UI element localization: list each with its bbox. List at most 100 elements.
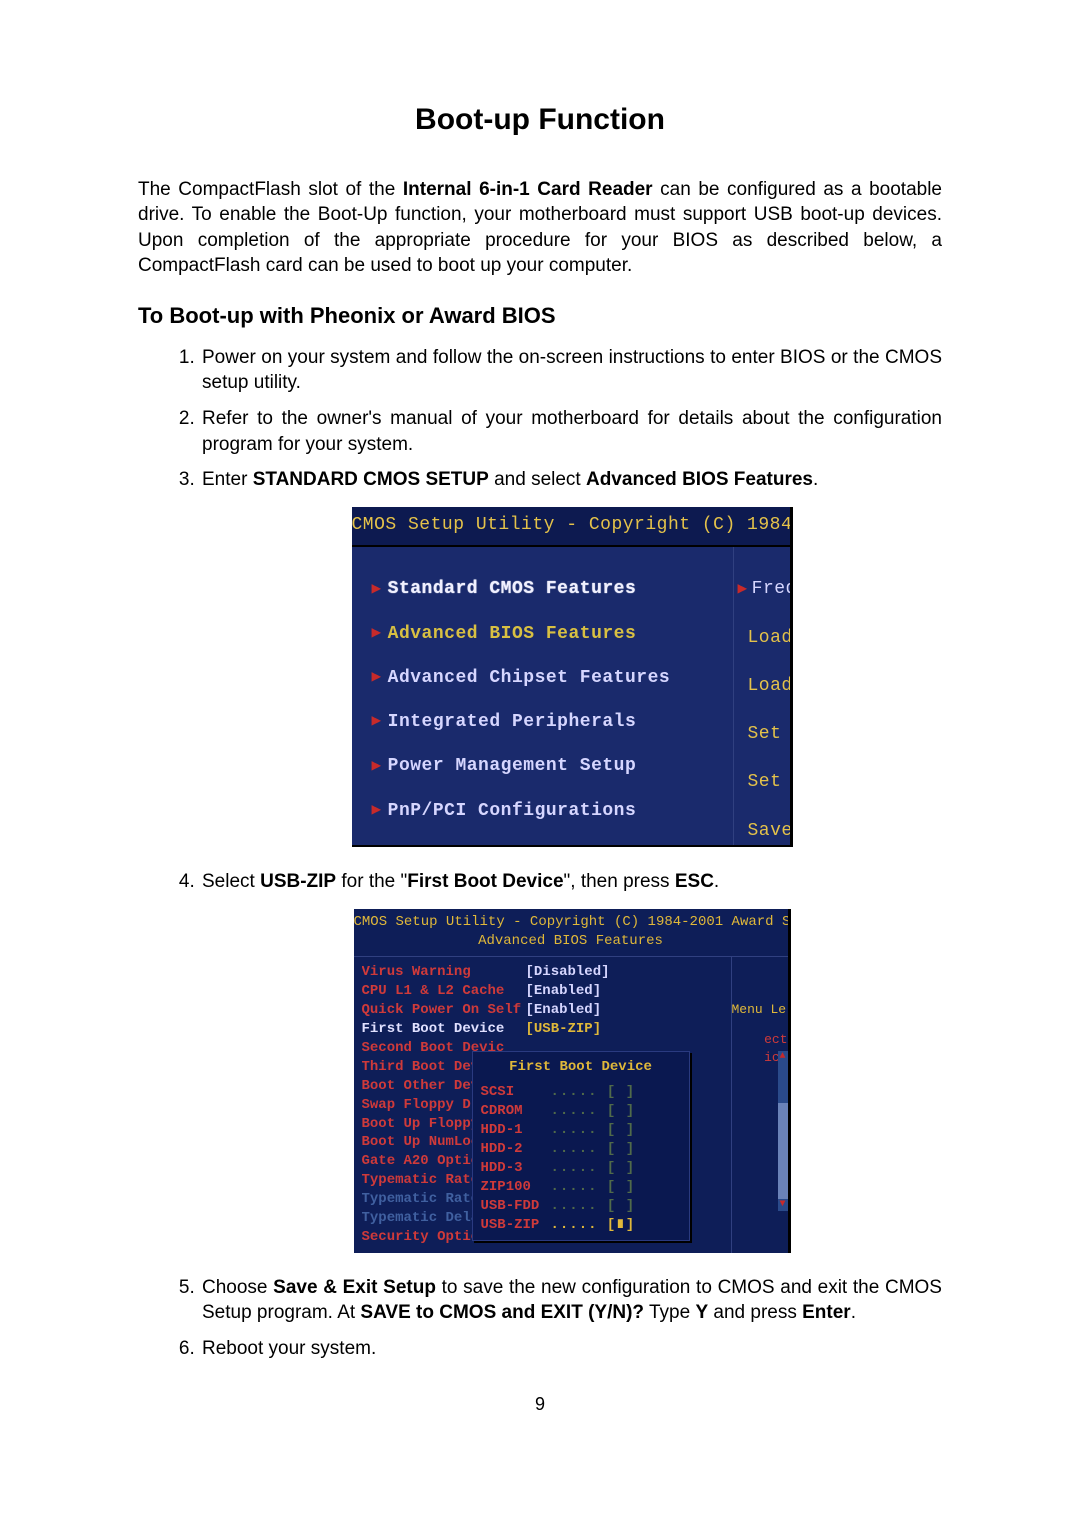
popup-option: HDD-1..... [ ]	[481, 1121, 681, 1140]
option-mark: ..... [ ]	[551, 1178, 636, 1197]
intro-paragraph: The CompactFlash slot of the Internal 6-…	[138, 177, 942, 280]
menu-label: Standard CMOS Features	[388, 577, 637, 601]
popup-option: CDROM..... [ ]	[481, 1102, 681, 1121]
page-number: 9	[138, 1392, 942, 1416]
bios1-right-item: Set	[734, 770, 790, 794]
text-bold: USB-ZIP	[260, 871, 336, 892]
step-5: Choose Save & Exit Setup to save the new…	[200, 1275, 942, 1326]
bios1-item-integrated-periph: ▶ Integrated Peripherals	[372, 710, 733, 734]
menu-label: PnP/PCI Configurations	[388, 799, 637, 823]
setting-key: First Boot Device	[362, 1020, 526, 1039]
option-mark: ..... [∎]	[551, 1216, 636, 1235]
menu-label: Freq	[752, 577, 790, 601]
option-mark: ..... [ ]	[551, 1102, 636, 1121]
bios1-item-advanced-chipset: ▶ Advanced Chipset Features	[372, 666, 733, 690]
popup-option: SCSI..... [ ]	[481, 1083, 681, 1102]
option-key: HDD-3	[481, 1159, 551, 1178]
bios1-header: CMOS Setup Utility - Copyright (C) 1984-	[352, 507, 790, 547]
setting-value: [Disabled]	[526, 963, 610, 982]
popup-option-selected: USB-ZIP..... [∎]	[481, 1216, 681, 1235]
text: .	[813, 469, 818, 490]
step-4: Select USB-ZIP for the "First Boot Devic…	[200, 869, 942, 1253]
option-mark: ..... [ ]	[551, 1197, 636, 1216]
text: .	[714, 871, 719, 892]
text-bold: Y	[695, 1302, 708, 1323]
option-mark: ..... [ ]	[551, 1121, 636, 1140]
setting-key: CPU L1 & L2 Cache	[362, 982, 526, 1001]
document-page: Boot-up Function The CompactFlash slot o…	[0, 0, 1080, 1416]
bios1-right-item: Load	[734, 674, 790, 698]
bios1-item-pnp-pci: ▶ PnP/PCI Configurations	[372, 799, 733, 823]
bios2-row: CPU L1 & L2 Cache[Enabled]	[362, 982, 731, 1001]
menu-label: Advanced Chipset Features	[388, 666, 671, 690]
text-bold: Advanced BIOS Features	[586, 469, 813, 490]
bios1-left-column: ▶ Standard CMOS Features ▶ Advanced BIOS F…	[352, 547, 733, 845]
text-bold: STANDARD CMOS SETUP	[253, 469, 489, 490]
text: Select	[202, 871, 260, 892]
arrow-icon: ▶	[372, 711, 382, 733]
bios1-right-column: ▶Freq Load Load Set Set Save	[733, 547, 790, 845]
option-mark: ..... [ ]	[551, 1159, 636, 1178]
popup-option: ZIP100..... [ ]	[481, 1178, 681, 1197]
bios-advanced-features-screenshot: CMOS Setup Utility - Copyright (C) 1984-…	[354, 909, 791, 1253]
section-heading: To Boot-up with Pheonix or Award BIOS	[138, 301, 942, 331]
arrow-icon: ▶	[372, 667, 382, 689]
step-2: Refer to the owner's manual of your moth…	[200, 406, 942, 457]
text: Type	[644, 1302, 695, 1323]
bios2-row: Quick Power On Self Test[Enabled]	[362, 1001, 731, 1020]
text-bold: ESC	[675, 871, 714, 892]
popup-option: HDD-2..... [ ]	[481, 1140, 681, 1159]
arrow-icon: ▶	[372, 579, 382, 601]
option-key: USB-ZIP	[481, 1216, 551, 1235]
help-text: Menu Le	[732, 1001, 788, 1019]
step-1: Power on your system and follow the on-s…	[200, 345, 942, 396]
text-bold: First Boot Device	[407, 871, 563, 892]
bios-main-menu-screenshot: CMOS Setup Utility - Copyright (C) 1984-…	[352, 507, 793, 847]
option-mark: ..... [ ]	[551, 1083, 636, 1102]
first-boot-device-popup: First Boot Device SCSI..... [ ] CDROM...…	[472, 1051, 690, 1241]
setting-value: [Enabled]	[526, 982, 602, 1001]
text: Enter	[202, 469, 253, 490]
setting-key: Quick Power On Self Test	[362, 1001, 526, 1020]
text: .	[851, 1302, 856, 1323]
bios2-subheader: Advanced BIOS Features	[354, 932, 788, 958]
bios1-right-item: Save	[734, 819, 790, 843]
scrollbar: ▲ ▼	[778, 1051, 788, 1211]
arrow-icon: ▶	[738, 579, 748, 601]
text: and press	[708, 1302, 802, 1323]
step-3: Enter STANDARD CMOS SETUP and select Adv…	[200, 467, 942, 847]
help-text: ect	[732, 1031, 788, 1049]
bios2-header: CMOS Setup Utility - Copyright (C) 1984-…	[354, 909, 788, 932]
popup-option: HDD-3..... [ ]	[481, 1159, 681, 1178]
text-bold: Save & Exit Setup	[273, 1277, 436, 1298]
arrow-icon: ▶	[372, 800, 382, 822]
bios2-body: Virus Warning[Disabled] CPU L1 & L2 Cach…	[354, 957, 788, 1252]
menu-label: Advanced BIOS Features	[388, 622, 637, 646]
scroll-up-icon: ▲	[778, 1051, 788, 1063]
text: for the "	[336, 871, 407, 892]
arrow-icon: ▶	[372, 756, 382, 778]
bios1-item-standard-cmos: ▶ Standard CMOS Features	[372, 577, 733, 601]
popup-title: First Boot Device	[481, 1058, 681, 1077]
menu-label: Power Management Setup	[388, 754, 637, 778]
steps-list: Power on your system and follow the on-s…	[138, 345, 942, 1362]
text-bold: Enter	[802, 1302, 851, 1323]
popup-option: USB-FDD..... [ ]	[481, 1197, 681, 1216]
option-key: HDD-1	[481, 1121, 551, 1140]
text: The CompactFlash slot of the	[138, 179, 403, 200]
text: Choose	[202, 1277, 273, 1298]
option-key: HDD-2	[481, 1140, 551, 1159]
setting-value: [USB-ZIP]	[526, 1020, 602, 1039]
product-name: Internal 6-in-1 Card Reader	[403, 179, 653, 200]
scrollbar-thumb	[778, 1063, 788, 1103]
bios1-body: ▶ Standard CMOS Features ▶ Advanced BIOS F…	[352, 547, 790, 845]
option-key: USB-FDD	[481, 1197, 551, 1216]
scroll-down-icon: ▼	[778, 1199, 788, 1211]
bios1-right-item: Set	[734, 722, 790, 746]
text-bold: SAVE to CMOS and EXIT (Y/N)?	[360, 1302, 644, 1323]
menu-label: Integrated Peripherals	[388, 710, 637, 734]
text: and select	[489, 469, 586, 490]
page-title: Boot-up Function	[138, 100, 942, 141]
bios1-right-item: Load	[734, 626, 790, 650]
bios1-item-power-mgmt: ▶ Power Management Setup	[372, 754, 733, 778]
